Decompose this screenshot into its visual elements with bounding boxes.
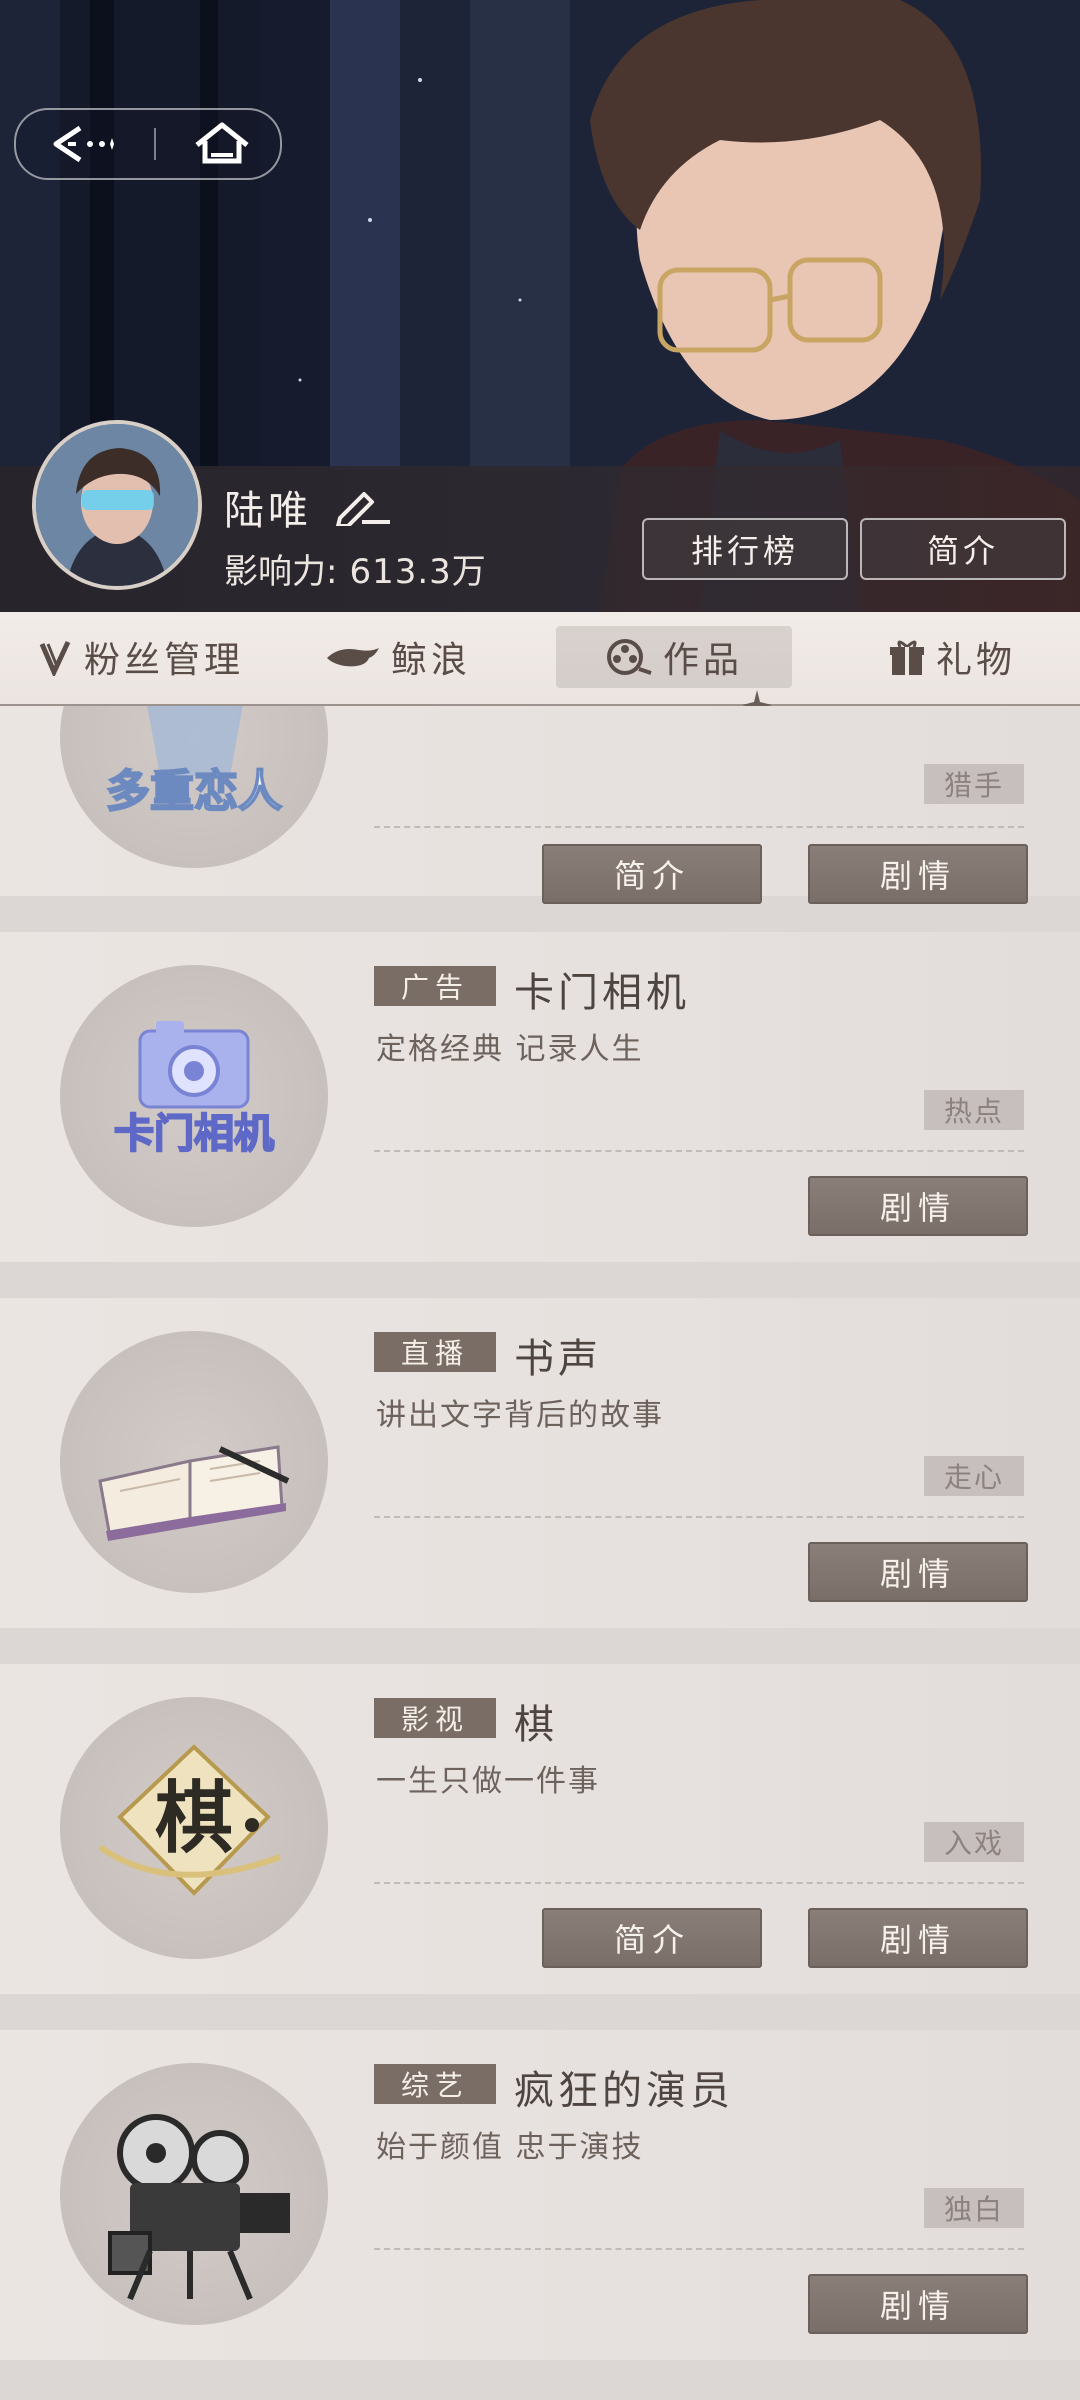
tab-gifts[interactable]: 礼物 [872, 626, 1032, 688]
tab-fan-management[interactable]: 粉丝管理 [26, 626, 256, 688]
work-category-badge: 影视 [374, 1698, 496, 1738]
tab-whale-wave[interactable]: 鲸浪 [318, 626, 478, 688]
work-intro-button[interactable]: 简介 [542, 1908, 762, 1968]
work-category-badge: 综艺 [374, 2064, 496, 2104]
divider [374, 1150, 1024, 1152]
svg-text:棋: 棋 [155, 1773, 233, 1864]
tab-label: 礼物 [935, 640, 1016, 681]
work-thumbnail: 卡门相机 [60, 965, 328, 1227]
svg-text:多重恋人: 多重恋人 [106, 766, 282, 817]
work-tag: 入戏 [924, 1822, 1024, 1862]
film-reel-icon [605, 637, 653, 677]
work-title: 卡门相机 [514, 970, 690, 1016]
work-tag: 热点 [924, 1090, 1024, 1130]
work-description: 一生只做一件事 [376, 1764, 600, 1799]
work-thumbnail [60, 1331, 328, 1593]
work-plot-button[interactable]: 剧情 [808, 1542, 1028, 1602]
work-title: 书声 [514, 1336, 602, 1382]
work-thumbnail: 棋 [60, 1697, 328, 1959]
multiple-lovers-logo: 多重恋人 [105, 706, 283, 818]
divider [374, 826, 1024, 828]
edit-pencil-icon[interactable] [334, 484, 394, 526]
back-button[interactable] [34, 110, 134, 178]
work-title: 疯狂的演员 [514, 2068, 734, 2114]
back-arrow-icon [53, 125, 114, 163]
work-intro-button[interactable]: 简介 [542, 844, 762, 904]
svg-text:卡门相机: 卡门相机 [114, 1111, 274, 1157]
gift-icon [888, 637, 926, 677]
work-plot-button[interactable]: 剧情 [808, 1176, 1028, 1236]
divider [374, 2248, 1024, 2250]
list-item: 直播 书声 讲出文字背后的故事 走心 剧情 [0, 1298, 1080, 1628]
work-thumbnail [60, 2063, 328, 2325]
work-category-badge: 直播 [374, 1332, 496, 1372]
divider [374, 1882, 1024, 1884]
work-tag: 走心 [924, 1456, 1024, 1496]
list-item: 卡门相机 广告 卡门相机 定格经典 记录人生 热点 剧情 [0, 932, 1080, 1262]
tab-label: 鲸浪 [390, 640, 471, 681]
works-list: 多重恋人 猎手 简介 剧情 卡门相机 广告 卡门相机 定格经典 记录人生 热点 … [0, 706, 1080, 2400]
ranking-button[interactable]: 排行榜 [642, 518, 848, 580]
nav-divider [154, 128, 156, 160]
tab-works[interactable]: 作品 [556, 626, 792, 688]
film-camera-icon [108, 2114, 290, 2301]
fan-v-icon [38, 638, 74, 676]
work-description: 讲出文字背后的故事 [376, 1398, 664, 1433]
tab-bar: 粉丝管理 鲸浪 作品 礼物 [0, 612, 1080, 706]
influence-stat: 影响力: 613.3万 [224, 544, 487, 593]
nav-pill [14, 108, 282, 180]
user-name: 陆唯 [224, 488, 312, 534]
work-plot-button[interactable]: 剧情 [808, 844, 1028, 904]
work-description: 始于颜值 忠于演技 [376, 2130, 644, 2165]
camera-app-logo: 卡门相机 [113, 1021, 275, 1158]
list-item: 多重恋人 猎手 简介 剧情 [0, 706, 1080, 904]
work-tag: 独白 [924, 2188, 1024, 2228]
work-plot-button[interactable]: 剧情 [808, 1908, 1028, 1968]
influence-value: 613.3万 [349, 552, 487, 592]
whale-icon [325, 642, 381, 672]
tab-label: 作品 [662, 640, 743, 681]
avatar-image [36, 424, 198, 586]
list-item: 综艺 疯狂的演员 始于颜值 忠于演技 独白 剧情 [0, 2030, 1080, 2360]
avatar[interactable] [32, 420, 202, 590]
work-plot-button[interactable]: 剧情 [808, 2274, 1028, 2334]
work-thumbnail: 多重恋人 [60, 706, 328, 868]
work-description: 定格经典 记录人生 [376, 1032, 644, 1067]
divider [374, 1516, 1024, 1518]
influence-label: 影响力: [224, 552, 338, 592]
list-item: 棋 影视 棋 一生只做一件事 入戏 简介 剧情 [0, 1664, 1080, 1994]
tab-label: 粉丝管理 [83, 640, 244, 681]
work-tag: 猎手 [924, 764, 1024, 804]
chess-go-logo: 棋 [98, 1744, 282, 1896]
intro-button[interactable]: 简介 [860, 518, 1066, 580]
work-category-badge: 广告 [374, 966, 496, 1006]
open-book-icon [98, 1445, 290, 1541]
home-icon [195, 122, 249, 164]
home-button[interactable] [172, 110, 272, 178]
work-title: 棋 [514, 1702, 558, 1748]
